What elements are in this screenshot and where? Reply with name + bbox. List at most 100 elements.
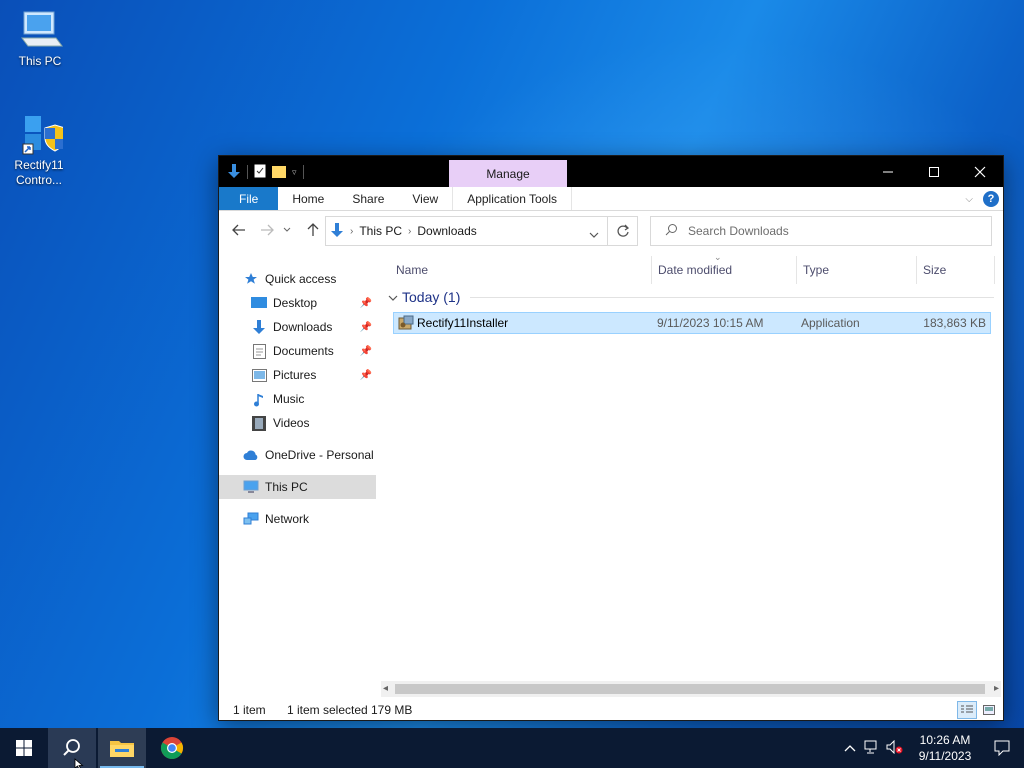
notification-icon — [994, 740, 1010, 756]
taskbar-chrome[interactable] — [148, 728, 196, 768]
tab-manage-contextual[interactable]: Manage — [449, 160, 567, 188]
action-center-button[interactable] — [980, 728, 1024, 768]
search-input[interactable] — [688, 224, 968, 238]
ribbon-tabs: File Home Share View Application Tools ⌵… — [219, 187, 1003, 211]
column-header-size[interactable]: Size — [917, 256, 995, 284]
search-button[interactable] — [48, 728, 96, 768]
close-button[interactable] — [957, 156, 1003, 187]
refresh-icon — [616, 224, 629, 237]
scroll-right-icon[interactable]: ▸ — [994, 683, 999, 694]
expand-ribbon-icon[interactable]: ⌵ — [965, 194, 973, 205]
nav-videos[interactable]: Videos — [219, 411, 376, 435]
column-header-label: Date modified — [658, 263, 733, 277]
pin-icon: 📌 — [359, 297, 372, 309]
clock-date: 9/11/2023 — [918, 749, 972, 763]
pin-icon: 📌 — [359, 345, 372, 357]
breadcrumb-separator-icon: › — [408, 225, 412, 237]
nav-documents[interactable]: Documents 📌 — [219, 339, 376, 363]
nav-network[interactable]: Network — [219, 507, 376, 531]
file-name: Rectify11Installer — [417, 316, 509, 330]
tab-view[interactable]: View — [398, 187, 452, 210]
nav-desktop[interactable]: Desktop 📌 — [219, 291, 376, 315]
clock-time: 10:26 AM — [919, 733, 971, 747]
refresh-button[interactable] — [608, 216, 638, 246]
nav-quick-access[interactable]: Quick access — [219, 267, 376, 291]
search-box[interactable] — [650, 216, 992, 246]
nav-pictures[interactable]: Pictures 📌 — [219, 363, 376, 387]
breadcrumb-this-pc[interactable]: This PC — [359, 224, 402, 238]
tab-share[interactable]: Share — [338, 187, 398, 210]
toolbar-separator — [247, 165, 248, 179]
table-row-selected[interactable]: Rectify11Installer 9/11/2023 10:15 AM Ap… — [393, 312, 991, 334]
quick-access-toolbar: ▿ — [227, 162, 304, 182]
details-view-button[interactable] — [957, 701, 977, 719]
nav-label: Network — [265, 512, 310, 526]
breadcrumb-downloads[interactable]: Downloads — [417, 224, 476, 238]
tab-home[interactable]: Home — [278, 187, 338, 210]
volume-muted-icon[interactable] — [886, 739, 904, 757]
tab-file[interactable]: File — [219, 187, 279, 210]
tab-application-tools[interactable]: Application Tools — [452, 187, 573, 210]
nav-onedrive[interactable]: OneDrive - Personal — [219, 443, 376, 467]
group-label: Today (1) — [402, 289, 461, 305]
desktop-icon-label: Rectify11 Contro... — [14, 158, 64, 187]
downloads-folder-icon — [251, 319, 267, 335]
column-header-type[interactable]: Type — [797, 256, 917, 284]
help-icon[interactable]: ? — [983, 191, 999, 207]
start-button[interactable] — [0, 728, 48, 768]
forward-arrow-icon — [261, 224, 274, 236]
down-arrow-icon[interactable] — [227, 163, 241, 182]
film-strip-icon — [251, 415, 267, 431]
forward-button[interactable] — [257, 220, 277, 240]
desktop-icon-this-pc[interactable]: This PC — [2, 8, 78, 69]
file-date-modified: 9/11/2023 10:15 AM — [657, 316, 764, 330]
nav-music[interactable]: Music — [219, 387, 376, 411]
address-bar[interactable]: › This PC › Downloads — [325, 216, 608, 246]
properties-icon[interactable] — [254, 164, 266, 181]
large-icons-view-button[interactable] — [979, 701, 999, 719]
new-folder-icon[interactable] — [272, 164, 286, 181]
address-row: › This PC › Downloads — [219, 212, 1003, 248]
file-size: 183,863 KB — [923, 316, 986, 330]
scrollbar-thumb[interactable] — [395, 684, 985, 694]
network-status-icon[interactable] — [864, 740, 880, 757]
collapse-group-chevron-icon[interactable] — [388, 290, 398, 304]
nav-label: Desktop — [273, 296, 318, 310]
taskbar-file-explorer[interactable] — [98, 728, 146, 768]
minimize-button[interactable] — [865, 156, 911, 187]
search-icon — [665, 223, 678, 239]
minimize-icon — [883, 171, 893, 172]
recent-locations-button[interactable] — [281, 220, 293, 240]
show-hidden-icons-chevron-icon[interactable] — [844, 741, 856, 755]
folder-icon — [110, 741, 134, 757]
chrome-icon — [161, 737, 183, 759]
maximize-icon — [929, 166, 939, 177]
system-tray: 10:26 AM 9/11/2023 — [844, 728, 1024, 768]
toolbar-separator — [302, 165, 304, 179]
group-header-today[interactable]: Today (1) — [384, 286, 994, 308]
nav-label: Downloads — [273, 320, 333, 334]
desktop-icon-rectify11[interactable]: Rectify11 Contro... — [1, 112, 77, 188]
nav-label: OneDrive - Personal — [265, 448, 374, 462]
nav-label: Pictures — [273, 368, 317, 382]
scroll-left-icon[interactable]: ◂ — [383, 683, 388, 694]
address-history-chevron-icon[interactable] — [589, 227, 599, 241]
back-button[interactable] — [229, 220, 249, 240]
status-selected-count: 1 item selected — [287, 703, 368, 717]
title-bar[interactable]: ▿ Manage — [219, 156, 1003, 188]
documents-folder-icon — [251, 343, 267, 359]
taskbar-clock[interactable]: 10:26 AM 9/11/2023 — [910, 732, 980, 764]
maximize-button[interactable] — [911, 156, 957, 187]
column-header-name[interactable]: Name — [384, 256, 652, 284]
horizontal-scrollbar[interactable]: ◂ ▸ — [381, 681, 1001, 697]
nav-label: Documents — [273, 344, 334, 358]
column-header-date-modified[interactable]: Date modified ⌄ — [652, 252, 797, 284]
file-list: Name Date modified ⌄ Type Size Today (1)… — [384, 248, 1000, 678]
sort-indicator-icon: ⌄ — [714, 252, 722, 262]
star-icon — [243, 271, 259, 287]
up-button[interactable] — [303, 220, 323, 240]
music-note-icon — [251, 391, 267, 407]
nav-this-pc[interactable]: This PC — [219, 475, 376, 499]
customize-toolbar-icon[interactable]: ▿ — [292, 167, 297, 178]
nav-downloads[interactable]: Downloads 📌 — [219, 315, 376, 339]
